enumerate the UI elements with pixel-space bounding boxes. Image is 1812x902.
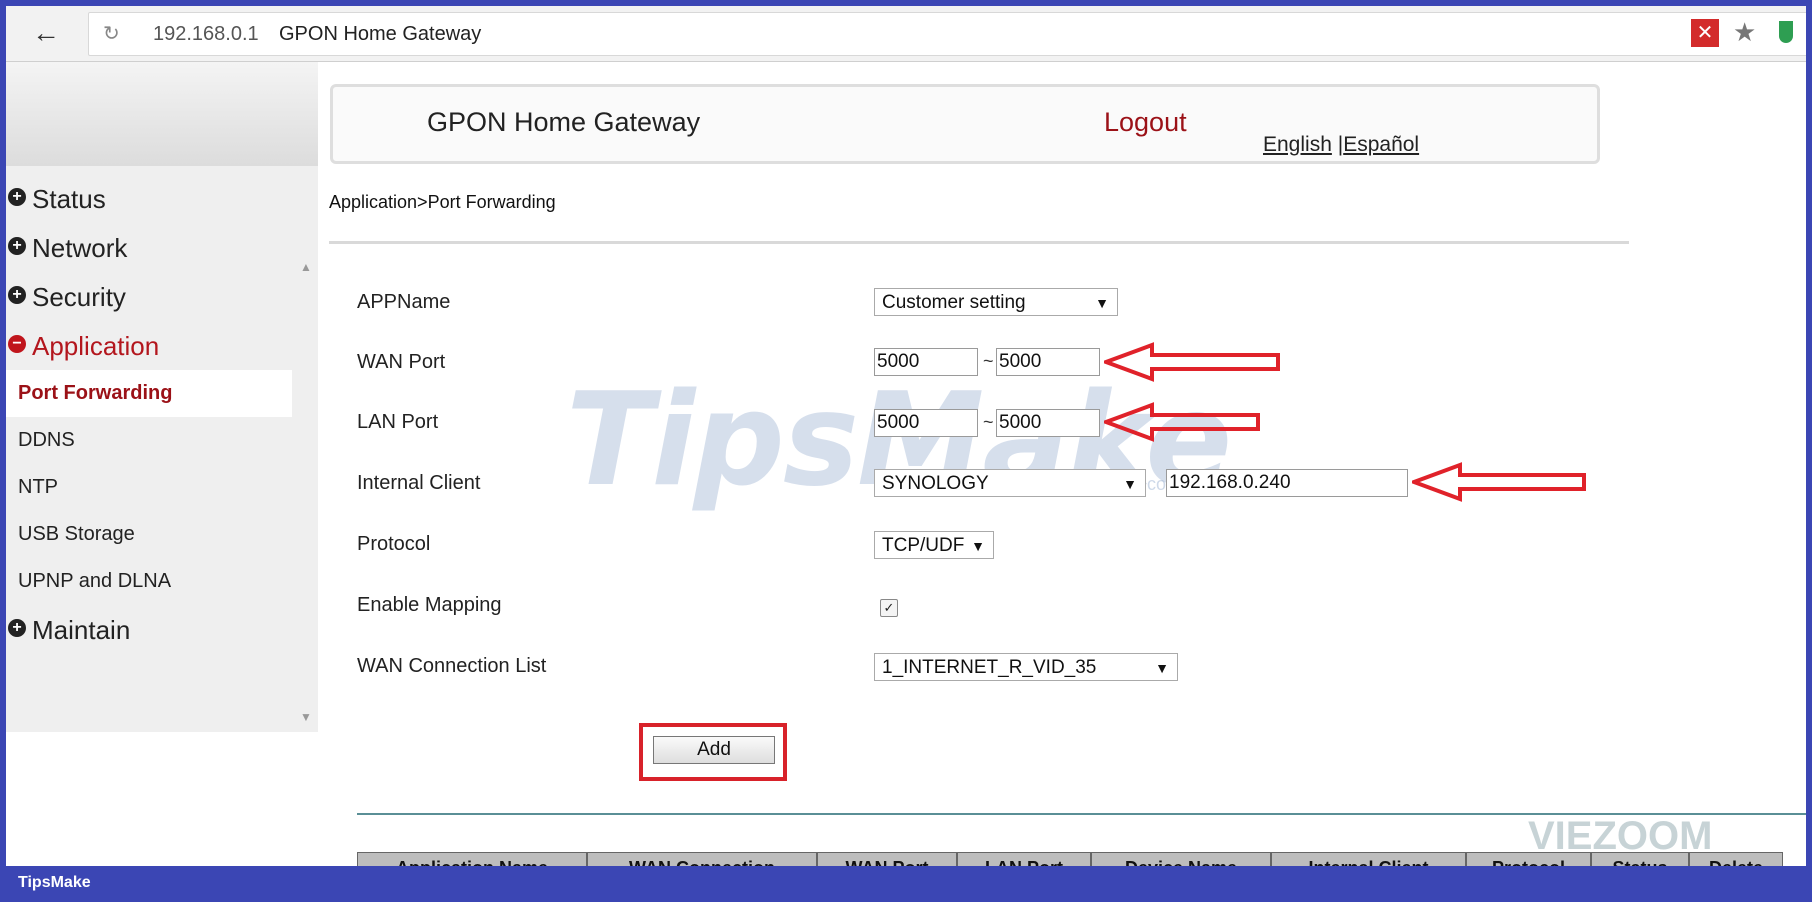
left-header-panel	[6, 62, 318, 166]
col-lan-port: LAN Port	[957, 852, 1091, 866]
popup-blocked-icon[interactable]: ✕	[1691, 19, 1719, 47]
expand-plus-icon: +	[8, 237, 26, 255]
sidebar-item-security[interactable]: + Security	[6, 272, 318, 321]
sidebar-item-label: Security	[32, 282, 126, 312]
submenu-ddns[interactable]: DDNS	[6, 417, 318, 464]
port-forwarding-table-header: Application Name WAN Connection WAN Port…	[357, 852, 1783, 866]
add-button[interactable]: Add	[653, 736, 775, 764]
app-header: GPON Home Gateway Logout English |Españo…	[330, 84, 1600, 164]
browser-window: ← ↻ 192.168.0.1 GPON Home Gateway ✕ ★ ▲ …	[6, 6, 1806, 866]
bookmark-star-icon[interactable]: ★	[1733, 17, 1756, 48]
logout-link[interactable]: Logout	[1104, 107, 1187, 138]
col-protocol: Protocol	[1466, 852, 1591, 866]
sidebar-item-application[interactable]: − Application	[6, 321, 318, 370]
language-switcher: English |Español	[1263, 133, 1419, 157]
lan-port-end-input[interactable]	[996, 409, 1100, 437]
lang-english-link[interactable]: English	[1263, 133, 1332, 156]
col-delete: Delete	[1689, 852, 1783, 866]
appname-label: APPName	[357, 291, 451, 313]
protocol-select[interactable]: TCP/UDF ▼	[874, 531, 994, 559]
submenu-port-forwarding[interactable]: Port Forwarding	[6, 370, 292, 417]
wan-port-start-input[interactable]	[874, 348, 978, 376]
address-bar[interactable]: ↻ 192.168.0.1 GPON Home Gateway ✕ ★	[88, 12, 1806, 56]
scroll-down-arrow-icon[interactable]: ▼	[300, 710, 312, 724]
sidebar: ▲ + Status + Network + Security − Applic…	[6, 166, 318, 732]
dropdown-arrow-icon: ▼	[971, 538, 985, 554]
col-wan-port: WAN Port	[817, 852, 957, 866]
breadcrumb: Application>Port Forwarding	[329, 192, 556, 212]
annotation-arrow-icon	[1412, 462, 1586, 502]
extension-shield-icon[interactable]	[1779, 21, 1793, 43]
page-title: GPON Home Gateway	[427, 107, 701, 137]
sidebar-item-maintain[interactable]: + Maintain	[6, 605, 318, 654]
appname-select-value: Customer setting	[882, 292, 1026, 313]
col-application-name: Application Name	[357, 852, 587, 866]
wan-connection-select-value: 1_INTERNET_R_VID_35	[882, 657, 1097, 678]
wan-connection-label: WAN Connection List	[357, 655, 547, 677]
appname-select[interactable]: Customer setting ▼	[874, 288, 1118, 316]
protocol-label: Protocol	[357, 533, 431, 555]
lan-port-label: LAN Port	[357, 411, 439, 433]
sidebar-item-label: Status	[32, 184, 106, 214]
url-host: 192.168.0.1	[153, 23, 259, 45]
dropdown-arrow-icon: ▼	[1123, 476, 1137, 492]
back-arrow-icon[interactable]: ←	[28, 18, 64, 48]
col-device-name: Device Name	[1091, 852, 1271, 866]
expand-plus-icon: +	[8, 286, 26, 304]
sidebar-item-network[interactable]: + Network	[6, 223, 318, 272]
submenu-ntp[interactable]: NTP	[6, 464, 318, 511]
internal-client-label: Internal Client	[357, 472, 481, 494]
protocol-select-value: TCP/UDF	[882, 535, 965, 556]
collapse-minus-icon: −	[8, 335, 26, 353]
wan-connection-select[interactable]: 1_INTERNET_R_VID_35 ▼	[874, 653, 1178, 681]
wan-port-end-input[interactable]	[996, 348, 1100, 376]
reload-icon[interactable]: ↻	[103, 21, 120, 46]
sidebar-item-label: Network	[32, 233, 128, 263]
lang-spanish-link[interactable]: Español	[1343, 133, 1419, 156]
lan-port-start-input[interactable]	[874, 409, 978, 437]
col-status: Status	[1591, 852, 1689, 866]
expand-plus-icon: +	[8, 619, 26, 637]
annotation-arrow-icon	[1104, 402, 1260, 442]
dropdown-arrow-icon: ▼	[1155, 660, 1169, 676]
internal-client-select[interactable]: SYNOLOGY ▼	[874, 469, 1146, 497]
internal-client-select-value: SYNOLOGY	[882, 473, 989, 494]
url-page-title: GPON Home Gateway	[279, 23, 482, 45]
sidebar-item-status[interactable]: + Status	[6, 174, 318, 223]
footer-bar: TipsMake	[0, 866, 1812, 902]
dropdown-arrow-icon: ▼	[1095, 295, 1109, 311]
divider	[329, 241, 1629, 244]
expand-plus-icon: +	[8, 188, 26, 206]
annotation-arrow-icon	[1104, 342, 1280, 382]
footer-brand: TipsMake	[18, 874, 91, 891]
sidebar-item-label: Application	[32, 331, 160, 361]
submenu-upnp-dlna[interactable]: UPNP and DLNA	[6, 558, 318, 605]
range-tilde: ~	[983, 412, 994, 432]
col-wan-connection: WAN Connection	[587, 852, 817, 866]
internal-client-ip-input[interactable]	[1166, 469, 1408, 497]
browser-toolbar: ← ↻ 192.168.0.1 GPON Home Gateway ✕ ★	[6, 6, 1806, 62]
enable-mapping-checkbox[interactable]: ✓	[880, 599, 898, 617]
range-tilde: ~	[983, 351, 994, 371]
wan-port-label: WAN Port	[357, 351, 446, 373]
col-internal-client: Internal Client	[1271, 852, 1466, 866]
sidebar-item-label: Maintain	[32, 615, 131, 645]
submenu-usb-storage[interactable]: USB Storage	[6, 511, 318, 558]
enable-mapping-label: Enable Mapping	[357, 594, 502, 616]
